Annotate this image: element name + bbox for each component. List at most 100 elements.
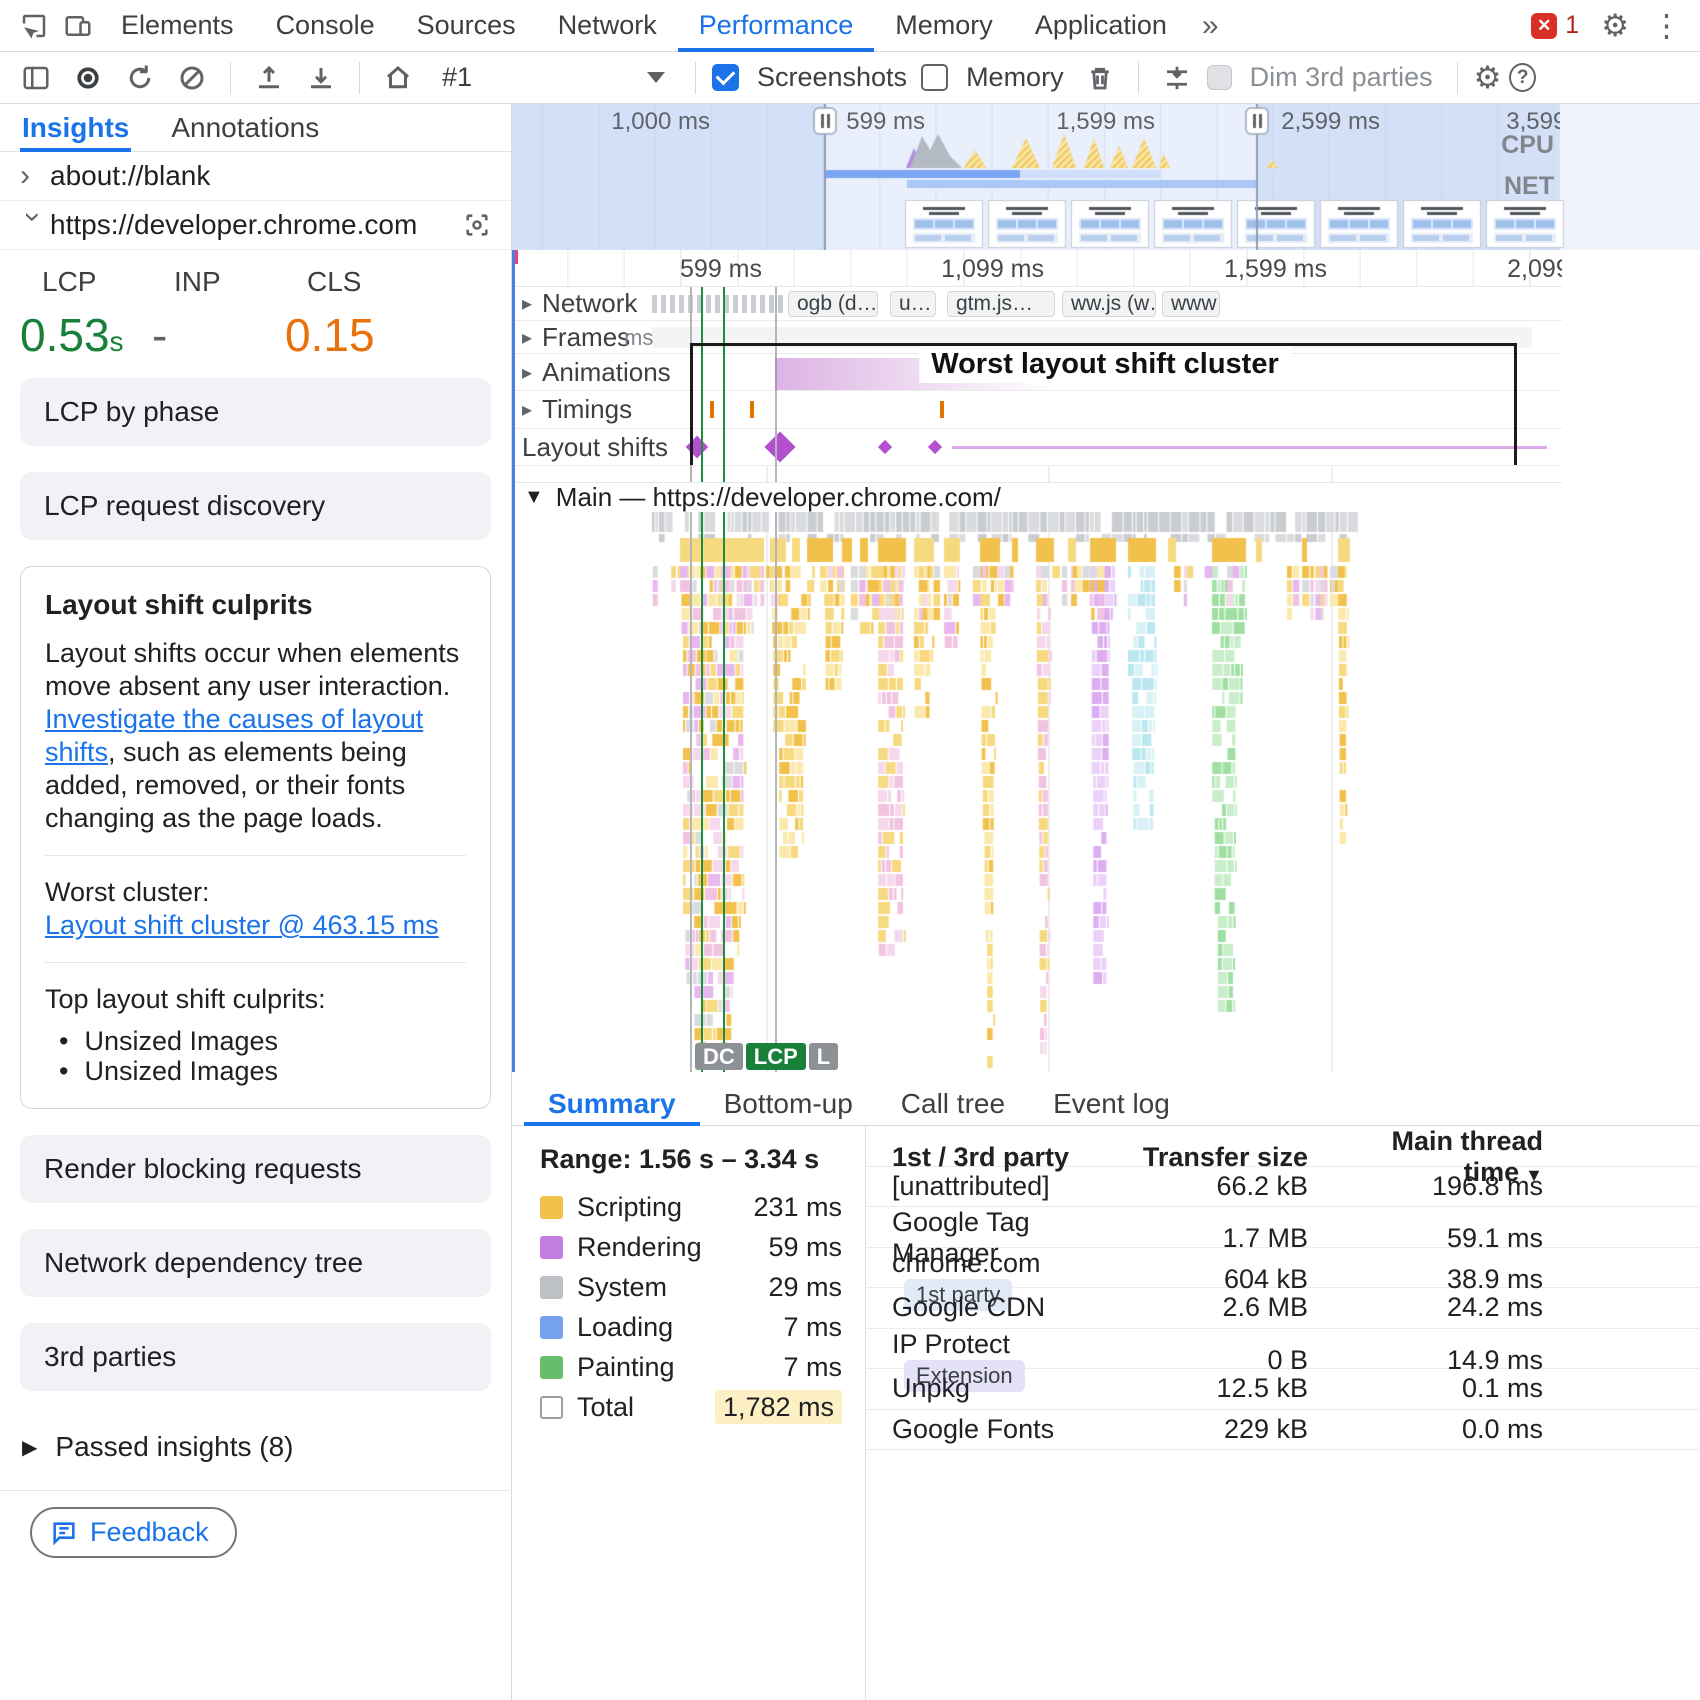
- legend-item-loading: Loading 7 ms: [540, 1307, 842, 1347]
- devtools-tabbar: Elements Console Sources Network Perform…: [0, 0, 1700, 52]
- column-header-size[interactable]: Transfer size: [1108, 1142, 1308, 1173]
- cluster-annotation-label[interactable]: Worst layout shift cluster: [919, 346, 1291, 383]
- more-tabs-icon[interactable]: »: [1188, 9, 1233, 43]
- garbage-collect-icon[interactable]: [1078, 56, 1122, 100]
- layout-shift-diamond[interactable]: [878, 440, 892, 454]
- reload-record-icon[interactable]: [118, 56, 162, 100]
- kebab-menu-icon[interactable]: ⋮: [1651, 10, 1682, 41]
- metric-inp-value: -: [152, 308, 285, 362]
- tab-summary[interactable]: Summary: [524, 1082, 700, 1126]
- table-row[interactable]: Google CDN 2.6 MB 24.2 ms: [866, 1288, 1700, 1329]
- tab-console[interactable]: Console: [255, 0, 396, 52]
- dim-3rd-parties-toggle[interactable]: [1207, 65, 1232, 90]
- tab-sources[interactable]: Sources: [396, 0, 537, 52]
- inspect-icon[interactable]: [12, 4, 56, 48]
- device-toolbar-icon[interactable]: [56, 4, 100, 48]
- tab-elements[interactable]: Elements: [100, 0, 255, 52]
- track-network[interactable]: ▸ Network ogb (d… u… gtm.js… ww.js (w… ww…: [512, 287, 1562, 321]
- screenshots-label: Screenshots: [757, 62, 907, 93]
- insight-card-layout-shift-culprits[interactable]: Layout shift culprits Layout shifts occu…: [20, 566, 491, 1109]
- layout-shift-diamond[interactable]: [764, 431, 795, 462]
- nav-item-blank[interactable]: › about://blank: [0, 152, 511, 201]
- worst-cluster-link[interactable]: Layout shift cluster @ 463.15 ms: [45, 910, 439, 940]
- timing-marker[interactable]: [940, 401, 944, 418]
- timing-marker[interactable]: [710, 401, 714, 418]
- expand-icon[interactable]: ▸: [522, 325, 532, 350]
- live-metrics-home-icon[interactable]: [376, 56, 420, 100]
- panel-settings-gear-icon[interactable]: ⚙: [1474, 62, 1502, 93]
- metric-inp[interactable]: INP -: [152, 266, 285, 378]
- tab-memory[interactable]: Memory: [874, 0, 1014, 52]
- tab-event-log[interactable]: Event log: [1029, 1082, 1194, 1126]
- network-request-chip[interactable]: gtm.js…: [947, 291, 1055, 317]
- table-row[interactable]: chrome.com1st party 604 kB 38.9 ms: [866, 1248, 1700, 1289]
- network-request-chip[interactable]: ww.js (w…: [1062, 291, 1156, 317]
- feedback-button[interactable]: Feedback: [30, 1507, 237, 1558]
- load-profile-icon[interactable]: [247, 56, 291, 100]
- nav-item-site[interactable]: › https://developer.chrome.com: [0, 201, 511, 250]
- capture-settings-icon[interactable]: [1155, 56, 1199, 100]
- performance-toolbar: #1 Screenshots Memory Dim 3rd parties ⚙ …: [0, 52, 1700, 104]
- track-layout-shifts[interactable]: Layout shifts: [512, 429, 1562, 466]
- toggle-sidebar-icon[interactable]: [14, 56, 58, 100]
- layout-shift-diamond[interactable]: [928, 440, 942, 454]
- tab-call-tree[interactable]: Call tree: [877, 1082, 1029, 1126]
- main-thread-time: 59.1 ms: [1308, 1223, 1543, 1254]
- sidebar-footer: Feedback: [0, 1490, 510, 1558]
- insight-card-render-blocking[interactable]: Render blocking requests: [20, 1135, 491, 1203]
- insight-card-lcp-phase[interactable]: LCP by phase: [20, 378, 491, 446]
- track-timings[interactable]: ▸Timings: [512, 391, 1562, 429]
- flame-chart-canvas[interactable]: [512, 512, 1562, 1072]
- lcp-marker-line: [723, 287, 725, 1072]
- devtools-window: Elements Console Sources Network Perform…: [0, 0, 1700, 1700]
- network-request-chip[interactable]: u…: [890, 291, 936, 317]
- insight-card-network-tree[interactable]: Network dependency tree: [20, 1229, 491, 1297]
- tab-application[interactable]: Application: [1014, 0, 1188, 52]
- clear-icon[interactable]: [170, 56, 214, 100]
- system-swatch: [540, 1276, 563, 1299]
- main-thread-time: 14.9 ms: [1308, 1345, 1543, 1376]
- tab-bottom-up[interactable]: Bottom-up: [700, 1082, 877, 1126]
- memory-label: Memory: [966, 62, 1064, 93]
- profile-history-select[interactable]: #1: [428, 58, 679, 98]
- timing-marker[interactable]: [750, 401, 754, 418]
- table-row[interactable]: [unattributed] 66.2 kB 196.8 ms: [866, 1167, 1700, 1208]
- tab-network[interactable]: Network: [537, 0, 678, 52]
- table-row[interactable]: Unpkg 12.5 kB 0.1 ms: [866, 1369, 1700, 1410]
- help-icon[interactable]: ?: [1509, 63, 1536, 92]
- dcl-marker[interactable]: DC: [695, 1043, 743, 1070]
- viewfinder-icon[interactable]: [463, 211, 491, 239]
- metric-lcp[interactable]: LCP 0.53s: [20, 266, 152, 378]
- load-marker[interactable]: L: [809, 1043, 838, 1070]
- table-row[interactable]: Google Tag Manager 1.7 MB 59.1 ms: [866, 1207, 1700, 1248]
- tab-insights[interactable]: Insights: [20, 104, 131, 152]
- expand-icon[interactable]: ▸: [522, 360, 532, 385]
- metric-cls[interactable]: CLS 0.15: [285, 266, 491, 378]
- tab-performance[interactable]: Performance: [678, 0, 875, 52]
- passed-insights-toggle[interactable]: ▶ Passed insights (8): [0, 1417, 511, 1477]
- record-icon[interactable]: [66, 56, 110, 100]
- range-start-line[interactable]: [512, 250, 515, 1072]
- lcp-marker[interactable]: LCP: [746, 1043, 806, 1070]
- ruler-tick: 2,099 ms: [1507, 255, 1562, 284]
- legend-item-rendering: Rendering 59 ms: [540, 1227, 842, 1267]
- table-row[interactable]: Google Fonts 229 kB 0.0 ms: [866, 1410, 1700, 1451]
- network-request-chip[interactable]: ogb (d…: [788, 291, 878, 317]
- expand-icon[interactable]: ▸: [522, 291, 532, 316]
- insight-card-3rd-parties[interactable]: 3rd parties: [20, 1323, 491, 1391]
- insight-card-lcp-discovery[interactable]: LCP request discovery: [20, 472, 491, 540]
- error-badge[interactable]: ✕ 1: [1531, 11, 1579, 40]
- chevron-down-icon: [647, 72, 665, 83]
- save-profile-icon[interactable]: [299, 56, 343, 100]
- ruler-tick: 599 ms: [846, 108, 925, 134]
- tab-annotations[interactable]: Annotations: [169, 104, 321, 152]
- network-request-chip[interactable]: www…: [1162, 291, 1220, 317]
- expand-icon[interactable]: ▸: [522, 397, 532, 422]
- memory-checkbox[interactable]: [921, 64, 948, 91]
- track-main-thread-header[interactable]: ▼ Main — https://developer.chrome.com/: [512, 482, 1562, 512]
- column-header-party[interactable]: 1st / 3rd party: [892, 1142, 1108, 1173]
- settings-gear-icon[interactable]: ⚙: [1601, 10, 1629, 41]
- table-row[interactable]: IP ProtectExtension 0 B 14.9 ms: [866, 1329, 1700, 1370]
- screenshots-checkbox[interactable]: [712, 64, 739, 91]
- track-network-label: Network: [542, 288, 637, 319]
